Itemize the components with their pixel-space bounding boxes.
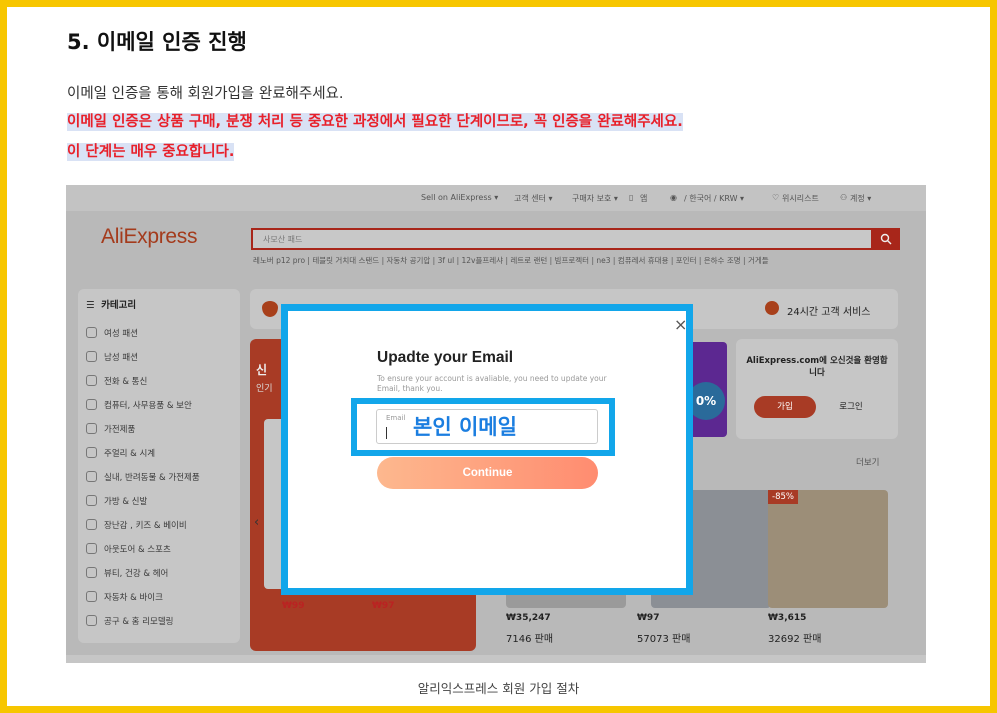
intro-text: 이메일 인증을 통해 회원가입을 완료해주세요. [67,86,344,102]
banner-subtitle: 인기 [256,384,273,394]
sidebar-item[interactable]: 공구 & 홈 리모델링 [86,615,173,627]
search-icon [880,233,892,245]
sell-link[interactable]: Sell on AliExpress ▾ [421,193,498,202]
welcome-text: AliExpress.com에 오신것을 환영합니다 [746,356,888,378]
locale-selector[interactable]: / 한국어 / KRW ▾ [684,193,744,204]
category-icon [86,399,97,410]
sidebar-item[interactable]: 뷰티, 건강 & 헤어 [86,567,168,579]
category-icon [86,375,97,386]
buyer-protection-link[interactable]: 구매자 보호 ▾ [572,193,618,204]
product-image[interactable] [768,490,888,608]
menu-icon: ☰ [86,300,95,311]
category-icon [86,591,97,602]
login-button[interactable]: 로그인 [820,396,882,418]
app-link[interactable]: 앱 [640,193,647,204]
category-icon [86,471,97,482]
category-icon [86,543,97,554]
user-icon: ⚇ [840,193,848,202]
sidebar-item[interactable]: 주얼리 & 시계 [86,447,155,459]
category-icon [86,615,97,626]
highlight-line-1: 이메일 인증은 상품 구매, 분쟁 처리 등 중요한 과정에서 필요한 단계이므… [67,113,683,131]
aliexpress-logo[interactable]: AliExpress [101,225,198,249]
product-price: ₩3,615 [768,613,807,623]
category-sidebar: ☰ 카테고리 여성 패션 남성 패션 전화 & 통신 컴퓨터, 사무용품 & 보… [78,289,240,643]
image-caption: 알리익스프레스 회원 가입 절차 [417,681,580,696]
shield-icon [262,301,278,317]
section-heading: 5. 이메일 인증 진행 [67,30,247,54]
phone-icon: ▯ [629,193,634,202]
sidebar-item[interactable]: 실내, 반려동물 & 가전제품 [86,471,200,483]
category-icon [86,327,97,338]
discount-badge: -85% [768,490,798,504]
modal-description: To ensure your account is avaliable, you… [377,374,607,393]
sidebar-item[interactable]: 장난감 , 키즈 & 베이비 [86,519,187,531]
banner-price-2: ₩97 [372,601,395,611]
kr-flag-icon: ◉ [670,193,677,202]
category-icon [86,519,97,530]
account-link[interactable]: 계정 ▾ [850,193,871,204]
banner-title: 신 [256,363,268,377]
sidebar-item[interactable]: 자동차 & 바이크 [86,591,163,603]
wishlist-link[interactable]: 위시리스트 [782,193,819,204]
search-placeholder: 사모산 패드 [263,235,303,244]
email-annotation: 본인 이메일 [413,415,517,439]
category-title: ☰ 카테고리 [86,300,137,311]
modal-title: Upadte your Email [377,349,514,366]
category-icon [86,351,97,362]
search-input[interactable]: 사모산 패드 [251,228,873,250]
customer-service-label[interactable]: 24시간 고객 서비스 [787,303,870,318]
service-link[interactable]: 고객 센터 ▾ [514,193,553,204]
product-price: ₩97 [637,613,660,623]
sidebar-item[interactable]: 가방 & 신발 [86,495,147,507]
content-strip [66,655,926,663]
sidebar-item[interactable]: 전화 & 통신 [86,375,147,387]
category-icon [86,567,97,578]
hot-searches[interactable]: 레노버 p12 pro | 테블릿 거치대 스탠드 | 자동차 공기압 | 3f… [253,255,769,266]
sidebar-item[interactable]: 아웃도어 & 스포츠 [86,543,171,555]
category-icon [86,447,97,458]
category-icon [86,495,97,506]
chevron-left-icon[interactable]: ‹ [254,515,259,530]
join-button[interactable]: 가입 [754,396,816,418]
heart-icon: ♡ [772,193,780,202]
search-button[interactable] [872,228,900,250]
headset-icon [765,301,779,315]
sidebar-item[interactable]: 여성 패션 [86,327,138,339]
continue-button[interactable]: Continue [377,457,598,489]
product-sold: 7146 판매 [506,634,554,645]
site-topbar: Sell on AliExpress ▾ 고객 센터 ▾ 구매자 보호 ▾ ▯ … [66,185,926,211]
highlight-line-2: 이 단계는 매우 중요합니다. [67,143,235,161]
category-icon [86,423,97,434]
banner-price-1: ₩99 [282,601,305,611]
product-sold: 32692 판매 [768,634,822,645]
product-price: ₩35,247 [506,613,551,623]
close-icon[interactable]: × [674,317,687,333]
product-sold: 57073 판매 [637,634,691,645]
account-card: AliExpress.com에 오신것을 환영합니다 가입 로그인 [736,339,898,439]
more-link[interactable]: 더보기 [856,456,879,468]
sidebar-item[interactable]: 남성 패션 [86,351,138,363]
sidebar-item[interactable]: 컴퓨터, 사무용품 & 보안 [86,399,192,411]
sidebar-item[interactable]: 가전제품 [86,423,135,435]
